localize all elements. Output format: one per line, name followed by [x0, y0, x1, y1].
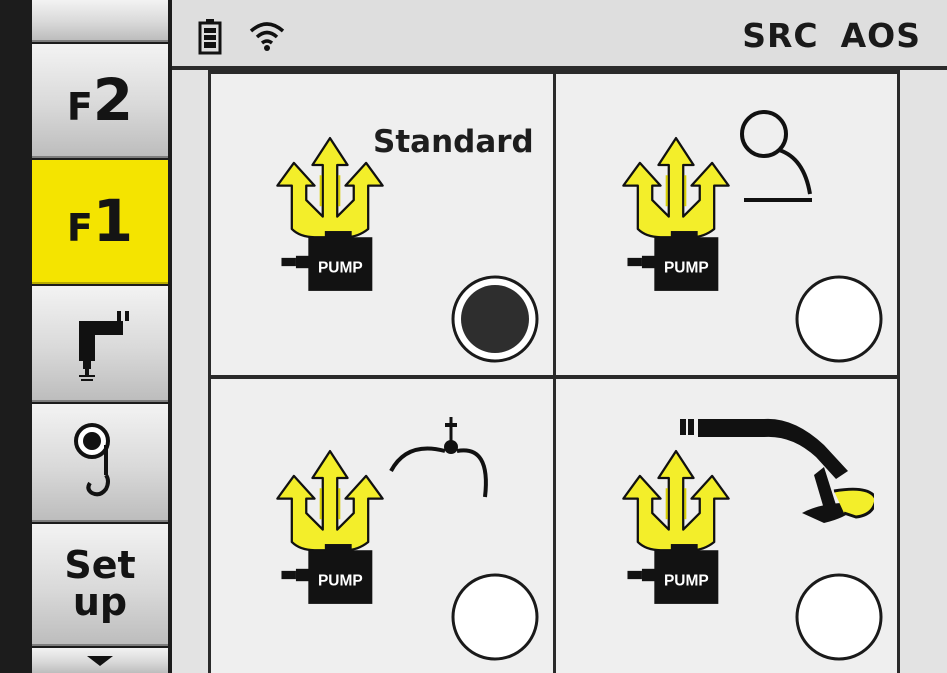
f1-label: F1	[67, 192, 133, 250]
pump-flow-icon: PUMP	[622, 136, 730, 293]
f1-button[interactable]: F1	[32, 160, 168, 284]
scroll-down-button[interactable]	[32, 648, 168, 673]
f2-label: F2	[67, 71, 133, 129]
wifi-icon	[249, 22, 285, 51]
f2-number: 2	[92, 66, 134, 134]
f2-letter: F	[66, 85, 93, 129]
boom-hammer-icon	[79, 311, 129, 381]
pump-flow-icon: PUMP	[276, 136, 384, 293]
pump-label: PUMP	[664, 259, 709, 276]
setup-label-line1: Set	[64, 543, 136, 587]
pump-label: PUMP	[318, 572, 363, 589]
mode-option-magnet[interactable]: PUMP	[556, 74, 897, 375]
battery-icon	[198, 19, 222, 55]
status-indicators: SRC AOS	[742, 16, 921, 55]
pump-label: PUMP	[664, 572, 709, 589]
pump-label: PUMP	[318, 259, 363, 276]
setup-button[interactable]: Set up	[32, 524, 168, 646]
radio-unselected[interactable]	[793, 273, 885, 365]
src-indicator: SRC	[742, 16, 819, 55]
mode-option-excavator-arm[interactable]: PUMP	[556, 379, 897, 673]
mode-selection-panel: Standard PUMP PUMP PUMP PUMP	[172, 70, 947, 673]
setup-label: Set up	[64, 543, 136, 624]
hook-mode-button[interactable]	[32, 404, 168, 522]
status-bar: SRC AOS	[172, 0, 947, 70]
mode-title: Standard	[373, 124, 534, 160]
mode-option-standard[interactable]: Standard PUMP	[211, 74, 553, 375]
radio-unselected[interactable]	[449, 571, 541, 663]
aos-indicator: AOS	[840, 16, 921, 55]
sidebar-top-slot	[32, 0, 168, 42]
triangle-down-icon	[87, 655, 113, 666]
boom-mode-button[interactable]	[32, 286, 168, 402]
pump-flow-icon: PUMP	[276, 449, 384, 606]
pump-flow-icon: PUMP	[622, 449, 730, 606]
setup-label-line2: up	[72, 580, 128, 624]
f2-button[interactable]: F2	[32, 44, 168, 158]
radio-unselected[interactable]	[793, 571, 885, 663]
f1-number: 1	[92, 187, 134, 255]
sidebar: F2 F1 Set up	[0, 0, 172, 673]
winch-hook-icon	[74, 423, 110, 497]
radio-selected[interactable]	[449, 273, 541, 365]
f1-letter: F	[66, 206, 93, 250]
mode-option-grapple[interactable]: PUMP	[211, 379, 553, 673]
